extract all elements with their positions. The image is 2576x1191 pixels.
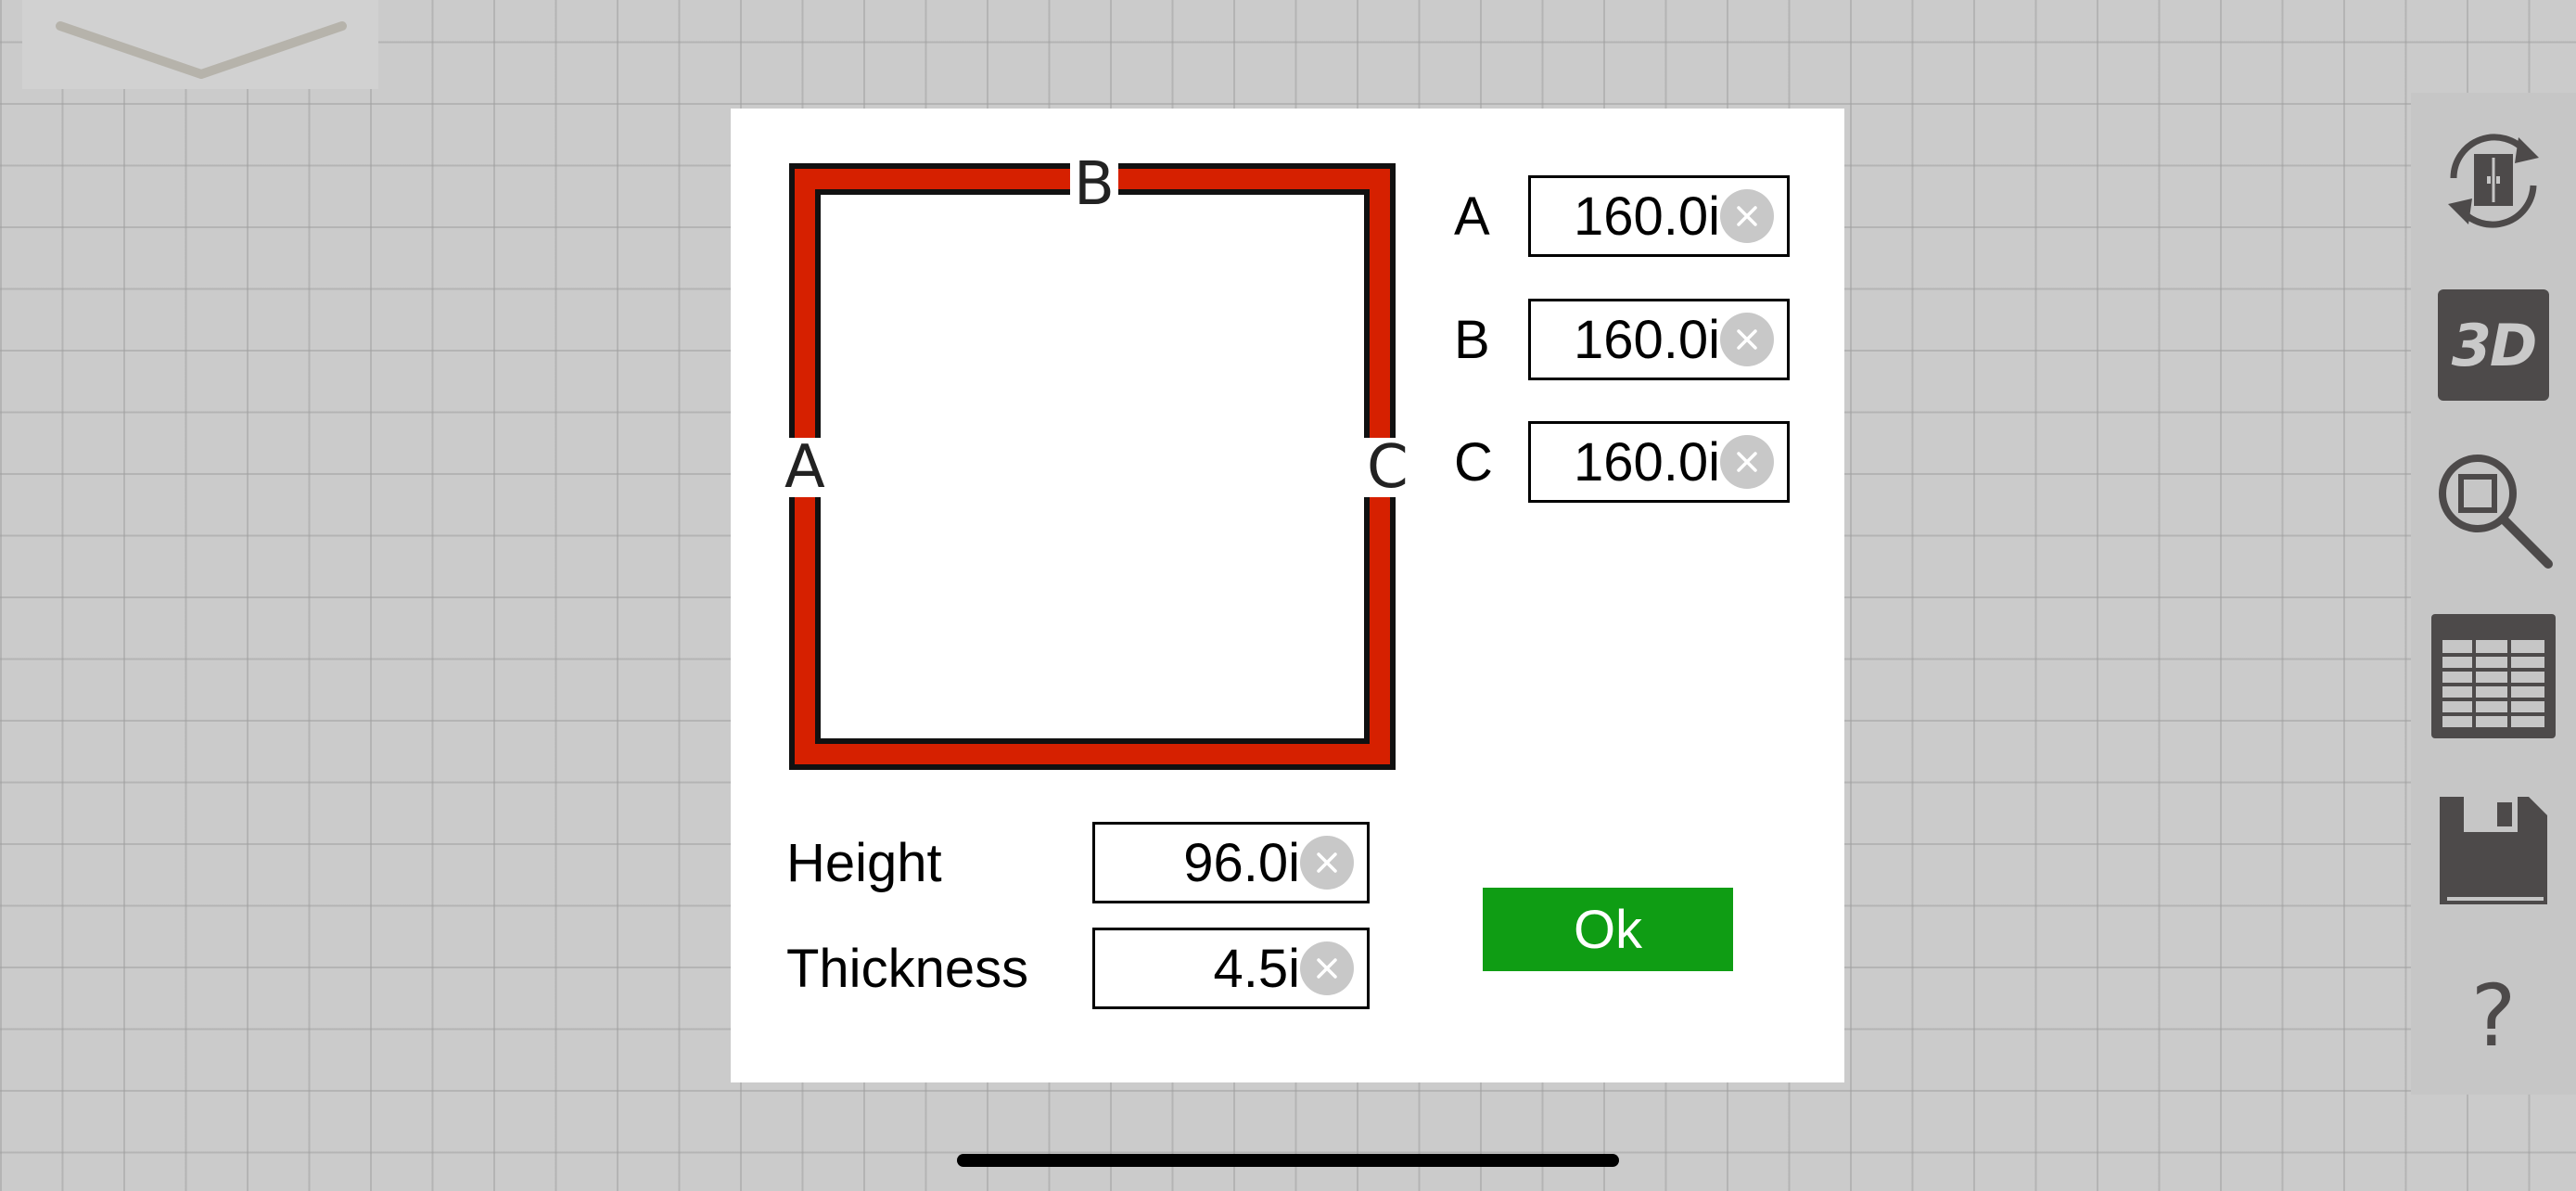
close-icon — [1737, 452, 1757, 472]
zoom-icon — [2439, 455, 2553, 569]
field-value: 96.0i — [1183, 832, 1300, 893]
shape-label-c: C — [1363, 438, 1412, 497]
thickness-row: Thickness 4.5i — [786, 928, 1370, 1009]
help-button[interactable]: ? — [2429, 952, 2557, 1080]
dimension-label: C — [1454, 431, 1493, 493]
dimension-row-b: B 160.0i — [1454, 299, 1790, 380]
dimension-a-input[interactable]: 160.0i — [1528, 175, 1790, 257]
dimension-label: B — [1454, 309, 1490, 370]
height-label: Height — [786, 832, 942, 893]
dimension-b-input[interactable]: 160.0i — [1528, 299, 1790, 380]
rotate-room-button[interactable] — [2429, 117, 2557, 245]
field-value: 160.0i — [1573, 186, 1720, 247]
collapse-tab[interactable] — [22, 0, 378, 89]
close-icon — [1737, 206, 1757, 226]
close-icon — [1317, 958, 1337, 979]
field-value: 160.0i — [1573, 431, 1720, 493]
field-value: 160.0i — [1573, 309, 1720, 370]
dimension-c-input[interactable]: 160.0i — [1528, 421, 1790, 503]
clear-c-button[interactable] — [1720, 435, 1774, 489]
shape-label-a: A — [781, 438, 829, 497]
thickness-input[interactable]: 4.5i — [1092, 928, 1370, 1009]
close-icon — [1317, 852, 1337, 873]
wall-dimensions-dialog: B A C A 160.0i B 160.0i C 160.0i Height … — [731, 109, 1844, 1082]
clear-thickness-button[interactable] — [1300, 941, 1354, 995]
ok-button[interactable]: Ok — [1483, 888, 1733, 971]
clear-a-button[interactable] — [1720, 189, 1774, 243]
home-indicator[interactable] — [957, 1154, 1619, 1167]
dimension-label: A — [1454, 186, 1490, 247]
right-toolbar: 3D ? — [2411, 93, 2576, 1095]
field-value: 4.5i — [1213, 938, 1300, 999]
dimension-row-a: A 160.0i — [1454, 175, 1790, 257]
close-icon — [1737, 329, 1757, 350]
thickness-label: Thickness — [786, 938, 1029, 999]
table-icon — [2431, 614, 2556, 738]
3d-view-button[interactable]: 3D — [2438, 289, 2549, 401]
save-button[interactable] — [2429, 787, 2557, 915]
zoom-button[interactable] — [2429, 445, 2557, 573]
height-row: Height 96.0i — [786, 822, 1370, 903]
clear-height-button[interactable] — [1300, 836, 1354, 890]
dimension-row-c: C 160.0i — [1454, 421, 1790, 503]
height-input[interactable]: 96.0i — [1092, 822, 1370, 903]
help-icon: ? — [2470, 966, 2517, 1066]
clear-b-button[interactable] — [1720, 313, 1774, 366]
rotate-room-icon — [2448, 134, 2539, 228]
save-icon — [2440, 797, 2547, 904]
chevron-down-icon — [56, 21, 347, 79]
3d-view-icon: 3D — [2451, 311, 2538, 379]
u-shape-diagram — [789, 163, 1396, 770]
table-button[interactable] — [2429, 612, 2557, 740]
shape-label-b: B — [1070, 155, 1118, 214]
